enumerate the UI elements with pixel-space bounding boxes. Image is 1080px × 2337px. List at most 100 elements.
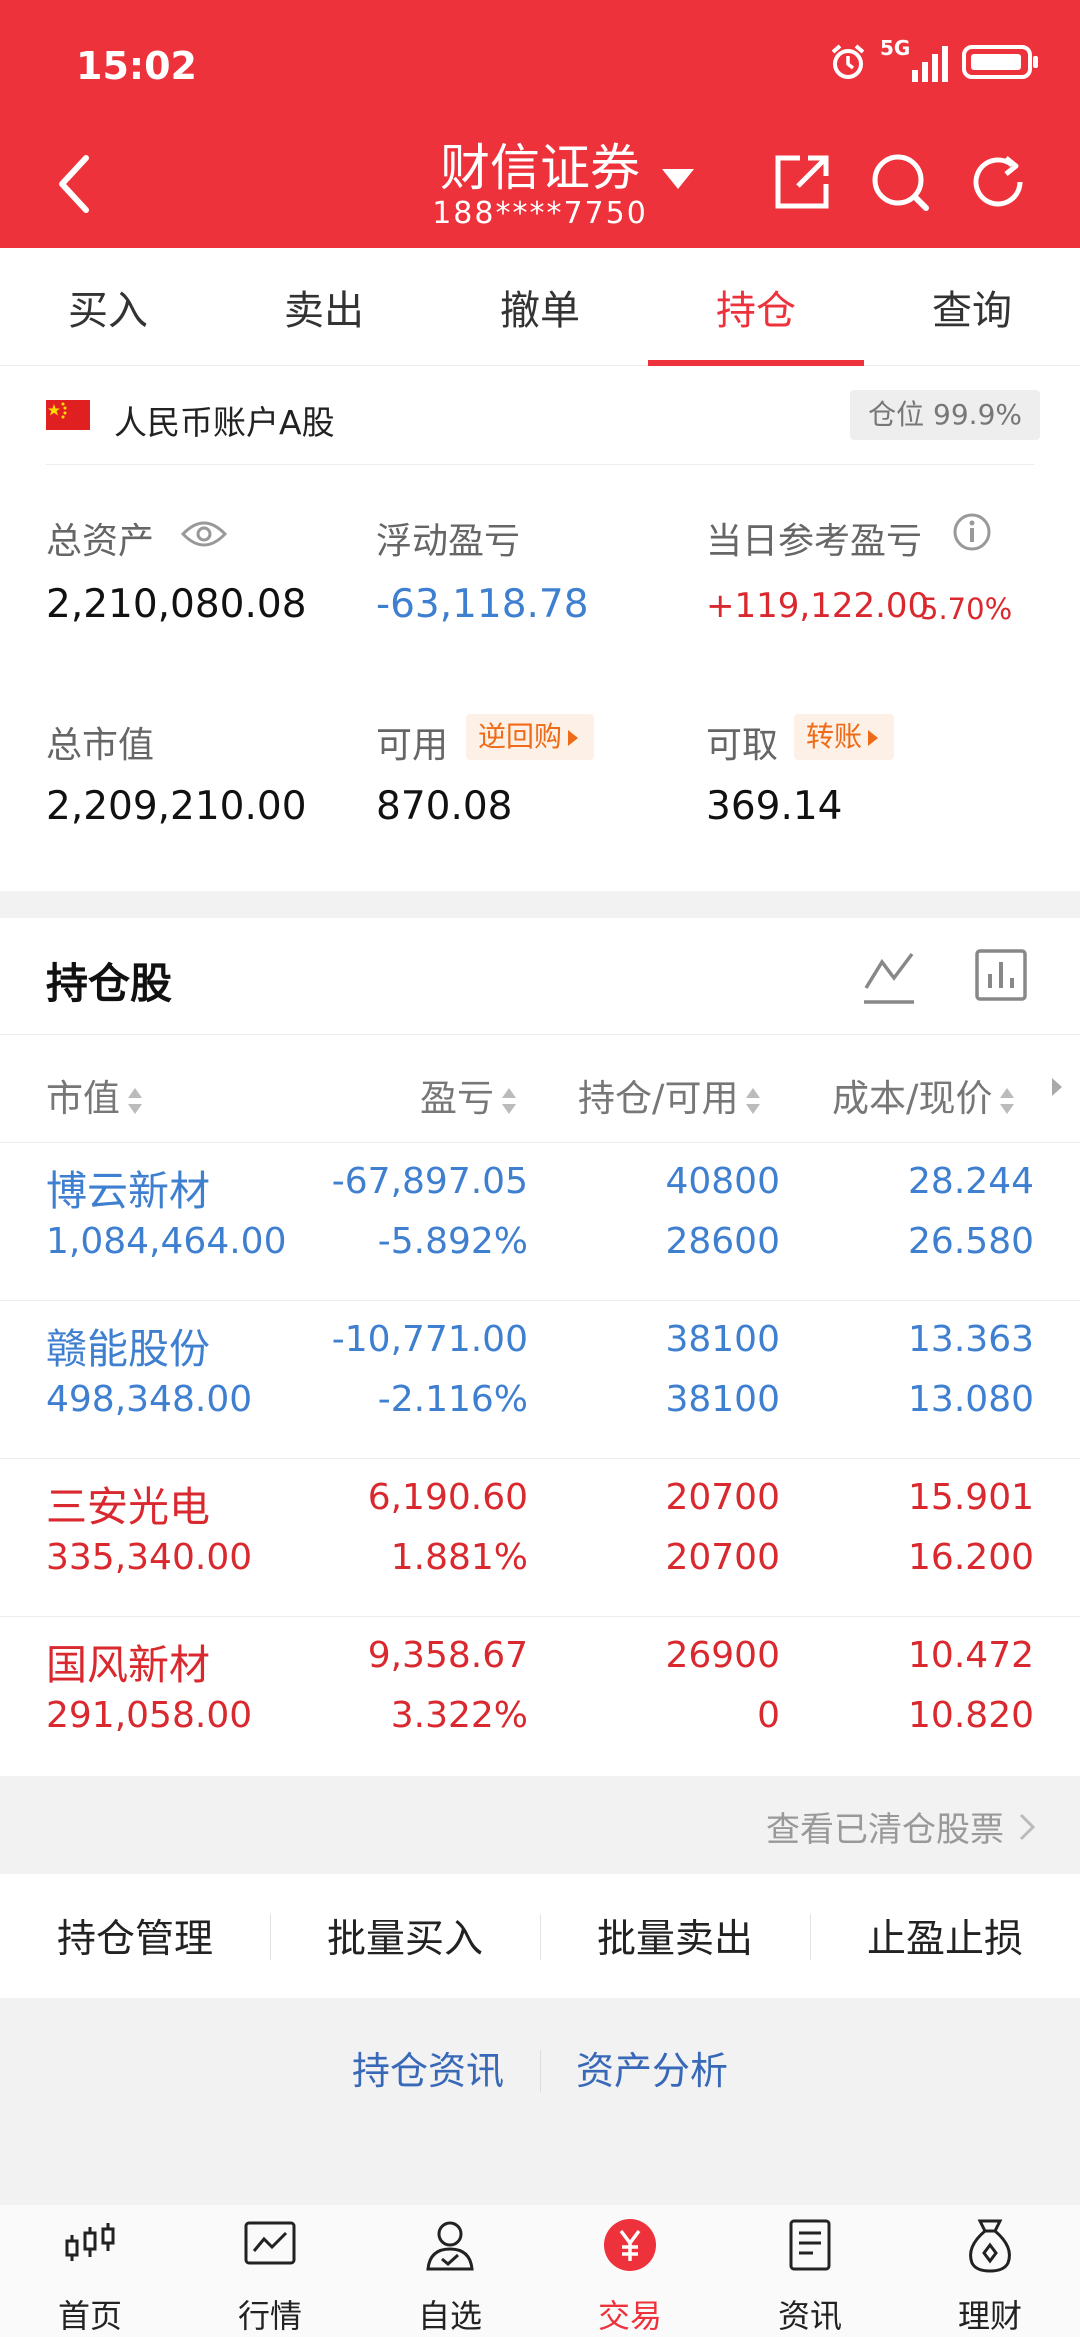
info-icon[interactable] [952,512,992,552]
stock-name: 三安光电 [46,1483,210,1531]
market-value: 335,340.00 [46,1537,253,1578]
nav-label: 理财 [957,2297,1022,2335]
position-ratio-badge: 仓位 99.9% [850,390,1040,440]
trend-chart-icon[interactable] [862,948,916,1006]
available-qty: 38100 [665,1379,780,1420]
column-header-position[interactable]: 持仓/可用 [578,1068,762,1122]
position-qty: 38100 [665,1319,780,1360]
reverse-repo-label: 逆回购 [478,720,563,753]
reverse-repo-button[interactable]: 逆回购 [466,714,595,760]
profit-loss-percent: -5.892% [377,1221,528,1262]
nav-label: 自选 [417,2297,482,2335]
tab-holdings[interactable]: 持仓 [648,248,864,366]
sort-icon [746,1087,761,1114]
status-time: 15:02 [76,44,197,88]
divider [0,1034,1080,1035]
table-row[interactable]: 三安光电 335,340.00 6,190.60 1.881% 20700 20… [0,1458,1080,1616]
cost-price: 13.363 [908,1319,1034,1360]
available-value: 870.08 [376,784,513,829]
money-bag-icon [969,2219,1011,2273]
user-check-icon [426,2221,474,2271]
battery-icon [962,45,1038,79]
transfer-button[interactable]: 转账 [794,714,895,760]
market-value: 291,058.00 [46,1695,253,1736]
position-qty: 40800 [665,1161,780,1202]
holdings-actions: 持仓管理 批量买入 批量卖出 止盈止损 [0,1874,1080,1998]
table-row[interactable]: 国风新材 291,058.00 9,358.67 3.322% 26900 0 … [0,1616,1080,1774]
position-qty: 20700 [665,1477,780,1518]
current-price: 10.820 [908,1695,1034,1736]
total-assets-label: 总资产 [46,521,155,562]
available-qty: 0 [757,1695,780,1736]
yuan-icon [604,2219,656,2271]
available-qty: 20700 [665,1537,780,1578]
nav-wealth[interactable]: 理财 [900,2205,1080,2337]
profit-loss-percent: 1.881% [390,1537,528,1578]
transfer-label: 转账 [806,720,863,753]
search-icon[interactable] [868,150,932,214]
eye-icon[interactable] [180,518,228,550]
column-header-market-value[interactable]: 市值 [46,1068,144,1122]
nav-market[interactable]: 行情 [180,2205,360,2337]
column-header-cost-price[interactable]: 成本/现价 [832,1068,1016,1122]
tab-query[interactable]: 查询 [864,248,1080,366]
available-qty: 28600 [665,1221,780,1262]
market-value-value: 2,209,210.00 [46,784,307,829]
caret-right-icon [568,730,579,746]
nav-news[interactable]: 资讯 [720,2205,900,2337]
nav-label: 行情 [237,2297,302,2335]
table-row[interactable]: 博云新材 1,084,464.00 -67,897.05 -5.892% 408… [0,1142,1080,1300]
total-assets-value: 2,210,080.08 [46,582,307,627]
stock-name: 国风新材 [46,1641,210,1689]
holdings-news-link[interactable]: 持仓资讯 [352,2040,504,2095]
batch-sell-button[interactable]: 批量卖出 [540,1874,810,1998]
divider [540,2050,541,2092]
status-icons: 5G [828,36,1040,82]
network-label: 5G [880,36,911,60]
sort-icon [128,1087,142,1114]
nav-trade[interactable]: 交易 [540,2205,720,2337]
table-row[interactable]: 赣能股份 498,348.00 -10,771.00 -2.116% 38100… [0,1300,1080,1458]
bottom-nav: 首页 行情 自选 交易 资讯 理财 [0,2205,1080,2337]
caret-right-icon [868,730,879,746]
nav-home[interactable]: 首页 [0,2205,180,2337]
info-links: 持仓资讯 资产分析 [0,2040,1080,2100]
account-type-label[interactable]: 人民币账户A股 [114,396,335,444]
china-flag-icon [46,400,90,430]
stock-name: 赣能股份 [46,1325,210,1373]
current-price: 16.200 [908,1537,1034,1578]
withdrawable-label: 可取 [706,725,779,766]
nav-watchlist[interactable]: 自选 [360,2205,540,2337]
market-chart-icon [244,2221,296,2265]
profit-loss-percent: -2.116% [377,1379,528,1420]
floating-pl-value: -63,118.78 [376,582,589,627]
tab-sell[interactable]: 卖出 [216,248,432,366]
batch-buy-button[interactable]: 批量买入 [270,1874,540,1998]
nav-label: 首页 [57,2297,122,2335]
tab-cancel-order[interactable]: 撤单 [432,248,648,366]
daily-pl-label: 当日参考盈亏 [706,521,923,562]
view-cleared-stocks-link[interactable]: 查看已清仓股票 [766,1802,1004,1851]
refresh-icon[interactable] [966,150,1030,214]
column-header-pl[interactable]: 盈亏 [420,1068,518,1122]
daily-pl-percent: 5.70% [920,592,1013,626]
market-value-label: 总市值 [46,725,155,766]
share-icon[interactable] [770,150,834,214]
sort-icon [502,1087,516,1114]
asset-analysis-link[interactable]: 资产分析 [576,2040,728,2095]
current-price: 13.080 [908,1379,1034,1420]
profit-loss: 6,190.60 [367,1477,528,1518]
floating-pl-label: 浮动盈亏 [376,521,521,562]
stop-profit-loss-button[interactable]: 止盈止损 [810,1874,1080,1998]
bar-chart-icon[interactable] [974,948,1028,1002]
stock-name: 博云新材 [46,1167,210,1215]
account-dropdown-icon[interactable] [660,165,696,193]
document-icon [789,2219,831,2271]
alarm-icon [831,44,865,79]
profit-loss-percent: 3.322% [390,1695,528,1736]
tab-buy[interactable]: 买入 [0,248,216,366]
chevron-right-icon [1019,1813,1036,1841]
scroll-right-icon[interactable] [1050,1076,1064,1098]
nav-label: 交易 [597,2297,662,2335]
position-management-button[interactable]: 持仓管理 [0,1874,270,1998]
